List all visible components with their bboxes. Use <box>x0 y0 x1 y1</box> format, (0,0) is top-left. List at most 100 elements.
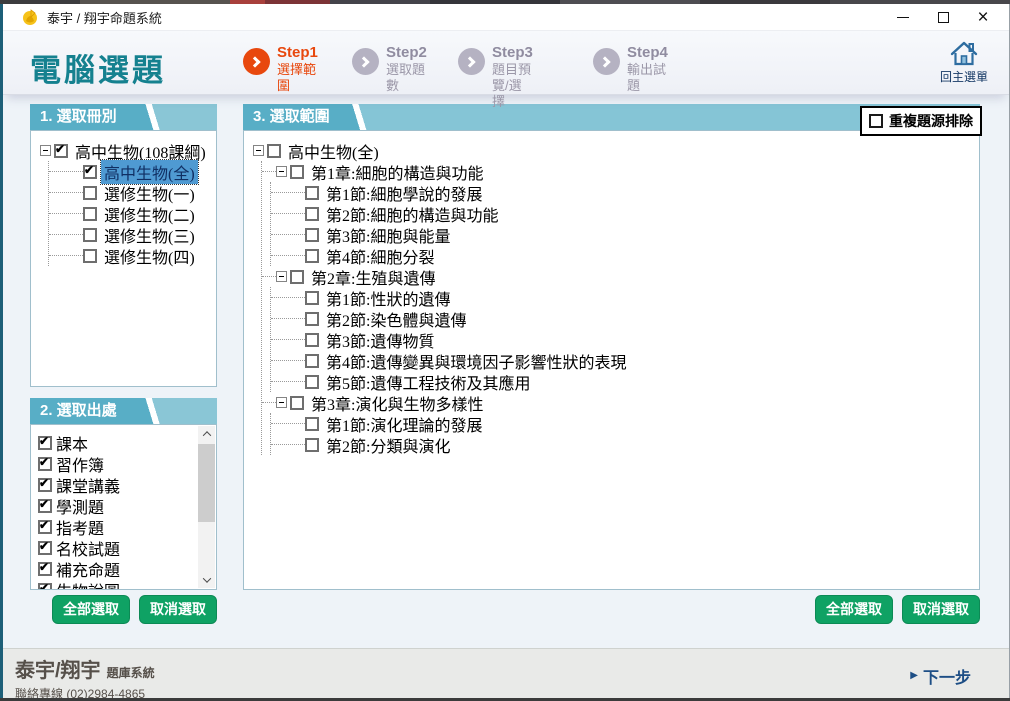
source-checkbox[interactable] <box>38 520 52 534</box>
scope-buttons: 全部選取 取消選取 <box>243 595 980 624</box>
home-icon <box>948 40 980 68</box>
tree-checkbox[interactable] <box>305 333 319 347</box>
tree-item: 第3節:細胞與能量 <box>271 224 979 245</box>
tree-item: 高中生物(全) <box>49 161 216 182</box>
step-label: 輸出試題 <box>627 62 668 94</box>
scroll-thumb[interactable] <box>198 444 215 522</box>
tree-item: 選修生物(一) <box>49 182 216 203</box>
scroll-down-icon <box>202 574 210 582</box>
tree-checkbox[interactable] <box>305 291 319 305</box>
minimize-button[interactable] <box>883 5 923 30</box>
maximize-button[interactable] <box>923 5 963 30</box>
tree-item: 選修生物(三) <box>49 224 216 245</box>
tree-checkbox[interactable] <box>83 207 97 221</box>
tree-checkbox[interactable] <box>305 207 319 221</box>
step-circle <box>458 48 485 75</box>
scope-deselect-all-button[interactable]: 取消選取 <box>902 595 980 624</box>
tree-checkbox[interactable] <box>83 249 97 263</box>
duplicate-exclude-box: 重複題源排除 <box>860 106 982 136</box>
tree-expander-icon[interactable] <box>276 271 287 282</box>
tree-checkbox[interactable] <box>290 396 304 410</box>
source-checkbox[interactable] <box>38 583 52 591</box>
tree-item: 第3章:演化與生物多樣性 <box>262 392 979 413</box>
footer-system: 題庫系統 <box>107 666 155 680</box>
step-2: Step2選取題數 <box>352 44 427 94</box>
source-item: 學測題 <box>38 495 216 516</box>
panel-scope: 高中生物(全)第1章:細胞的構造與功能第1節:細胞學說的發展第2節:細胞的構造與… <box>243 130 980 590</box>
duplicate-exclude-checkbox[interactable] <box>869 114 883 128</box>
tree-item-label[interactable]: 第2節:分類與演化 <box>323 433 453 457</box>
tree-checkbox[interactable] <box>305 438 319 452</box>
tree-expander-icon[interactable] <box>253 145 264 156</box>
step-chevron-icon <box>358 56 369 67</box>
source-checkbox[interactable] <box>38 457 52 471</box>
tree-checkbox[interactable] <box>290 165 304 179</box>
source-label[interactable]: 生物說圖 <box>56 578 120 591</box>
tree-checkbox[interactable] <box>305 375 319 389</box>
sources-buttons: 全部選取 取消選取 <box>30 595 217 624</box>
source-item: 課本 <box>38 432 216 453</box>
tree-checkbox[interactable] <box>83 165 97 179</box>
minimize-icon <box>897 17 909 18</box>
tree-expander-icon[interactable] <box>40 145 51 156</box>
tree-item: 高中生物(108課綱) <box>40 140 216 161</box>
tree-item: 第2章:生殖與遺傳 <box>262 266 979 287</box>
page-header: 電腦選題 Step1選擇範圍Step2選取題數Step3題目預覽/選擇Step4… <box>3 31 1009 95</box>
tree-checkbox[interactable] <box>305 186 319 200</box>
step-name: Step4 <box>627 44 668 62</box>
scrollbar[interactable] <box>198 426 215 588</box>
tree-checkbox[interactable] <box>83 186 97 200</box>
panel-sources-header: 2. 選取出處 <box>30 398 217 424</box>
tree-checkbox[interactable] <box>305 228 319 242</box>
tree-item: 第2節:細胞的構造與功能 <box>271 203 979 224</box>
tree-item: 第4節:細胞分裂 <box>271 245 979 266</box>
tree-item: 第2節:分類與演化 <box>271 434 979 455</box>
window-title: 泰宇 / 翔宇命題系統 <box>47 8 162 27</box>
source-checkbox[interactable] <box>38 478 52 492</box>
scroll-up-icon <box>202 431 210 439</box>
scope-select-all-button[interactable]: 全部選取 <box>815 595 893 624</box>
next-button[interactable]: ▶ 下一步 <box>910 664 971 688</box>
tree-checkbox[interactable] <box>83 228 97 242</box>
maximize-icon <box>938 12 949 23</box>
tree-item-label[interactable]: 選修生物(四) <box>101 244 198 268</box>
tree-item: 第1節:細胞學說的發展 <box>271 182 979 203</box>
panel-books-header: 1. 選取冊別 <box>30 104 217 130</box>
close-button[interactable]: × <box>963 5 1003 30</box>
window-left-border <box>0 4 3 698</box>
tree-expander-icon[interactable] <box>276 397 287 408</box>
step-3: Step3題目預覽/選擇 <box>458 44 533 110</box>
sources-deselect-all-button[interactable]: 取消選取 <box>139 595 217 624</box>
source-checkbox[interactable] <box>38 541 52 555</box>
app-icon <box>21 8 39 26</box>
source-item: 指考題 <box>38 516 216 537</box>
step-circle <box>243 48 270 75</box>
tree-item: 選修生物(二) <box>49 203 216 224</box>
tree-item: 第3節:遺傳物質 <box>271 329 979 350</box>
tree-checkbox[interactable] <box>54 144 68 158</box>
source-checkbox[interactable] <box>38 436 52 450</box>
tree-item: 高中生物(全) <box>253 140 979 161</box>
tree-checkbox[interactable] <box>267 144 281 158</box>
source-checkbox[interactable] <box>38 499 52 513</box>
step-label: 選擇範圍 <box>277 62 318 94</box>
next-label: 下一步 <box>923 664 971 688</box>
window-controls: × <box>883 5 1003 30</box>
close-icon: × <box>977 8 988 27</box>
tree-expander-icon[interactable] <box>276 166 287 177</box>
tree-checkbox[interactable] <box>305 312 319 326</box>
tree-checkbox[interactable] <box>290 270 304 284</box>
tree-checkbox[interactable] <box>305 417 319 431</box>
step-4: Step4輸出試題 <box>593 44 668 94</box>
step-name: Step3 <box>492 44 533 62</box>
tree-item: 第4節:遺傳變異與環境因子影響性狀的表現 <box>271 350 979 371</box>
home-button[interactable]: 回主選單 <box>933 40 995 85</box>
source-item: 名校試題 <box>38 537 216 558</box>
source-checkbox[interactable] <box>38 562 52 576</box>
sources-select-all-button[interactable]: 全部選取 <box>52 595 130 624</box>
scroll-down-button[interactable] <box>198 572 215 588</box>
source-item: 習作簿 <box>38 453 216 474</box>
scroll-up-button[interactable] <box>198 426 215 442</box>
tree-checkbox[interactable] <box>305 249 319 263</box>
tree-checkbox[interactable] <box>305 354 319 368</box>
